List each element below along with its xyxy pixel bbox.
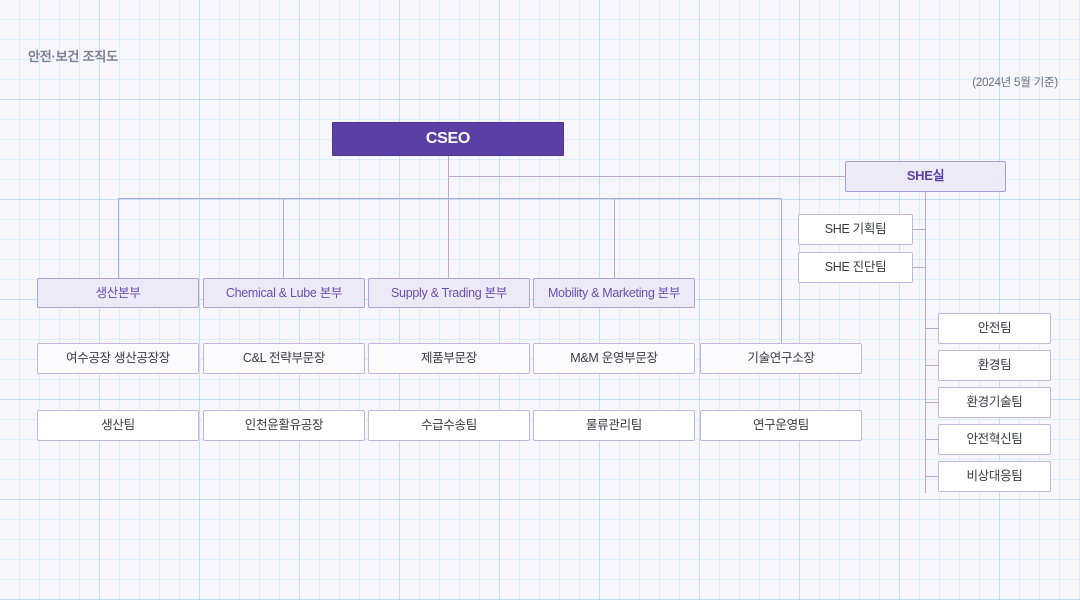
node-safety-team[interactable]: 안전팀 [938, 313, 1051, 344]
org-chart-canvas: 안전·보건 조직도 (2024년 5월 기준) CSEO SHE실 SHE 기획… [0, 0, 1080, 600]
connector-root-to-she [448, 176, 845, 177]
node-team-logistics[interactable]: 물류관리팀 [533, 410, 695, 441]
connector-environment-stub [925, 365, 938, 366]
node-safety-innovation-team[interactable]: 안전혁신팀 [938, 424, 1051, 455]
node-she-office[interactable]: SHE실 [845, 161, 1006, 192]
connector-drop-col3 [448, 198, 449, 278]
connector-division-bus [118, 198, 782, 199]
node-she-audit-team[interactable]: SHE 진단팀 [798, 252, 913, 283]
node-team-supply-transport[interactable]: 수급수송팀 [368, 410, 530, 441]
node-emergency-team[interactable]: 비상대응팀 [938, 461, 1051, 492]
node-she-plan-team[interactable]: SHE 기획팀 [798, 214, 913, 245]
connector-drop-col1 [118, 198, 119, 278]
node-team-incheon-lube-plant[interactable]: 인천윤활유공장 [203, 410, 365, 441]
connector-drop-col5 [781, 198, 782, 343]
node-unit-cl-strategy[interactable]: C&L 전략부문장 [203, 343, 365, 374]
node-env-tech-team[interactable]: 환경기술팀 [938, 387, 1051, 418]
node-unit-rnd-center[interactable]: 기술연구소장 [700, 343, 862, 374]
as-of-date-label: (2024년 5월 기준) [972, 74, 1058, 90]
connector-emergency-stub [925, 476, 938, 477]
node-division-supply-trading[interactable]: Supply & Trading 본부 [368, 278, 530, 308]
page-title: 안전·보건 조직도 [28, 46, 118, 65]
connector-env-tech-stub [925, 402, 938, 403]
node-division-production[interactable]: 생산본부 [37, 278, 199, 308]
node-unit-product-division[interactable]: 제품부문장 [368, 343, 530, 374]
node-team-research-operations[interactable]: 연구운영팀 [700, 410, 862, 441]
node-environment-team[interactable]: 환경팀 [938, 350, 1051, 381]
connector-drop-col2 [283, 198, 284, 278]
connector-she-audit-stub [913, 267, 926, 268]
connector-she-plan-stub [913, 229, 926, 230]
node-unit-mm-operations[interactable]: M&M 운영부문장 [533, 343, 695, 374]
node-division-chemical-lube[interactable]: Chemical & Lube 본부 [203, 278, 365, 308]
connector-she-spine [925, 192, 926, 493]
connector-safety-innovation-stub [925, 439, 938, 440]
node-team-production[interactable]: 생산팀 [37, 410, 199, 441]
connector-safety-stub [925, 328, 938, 329]
connector-drop-col4 [614, 198, 615, 278]
node-unit-yeosu-plant[interactable]: 여수공장 생산공장장 [37, 343, 199, 374]
node-division-mobility-marketing[interactable]: Mobility & Marketing 본부 [533, 278, 695, 308]
connector-root-spine [448, 156, 449, 198]
node-cseo[interactable]: CSEO [332, 122, 564, 156]
